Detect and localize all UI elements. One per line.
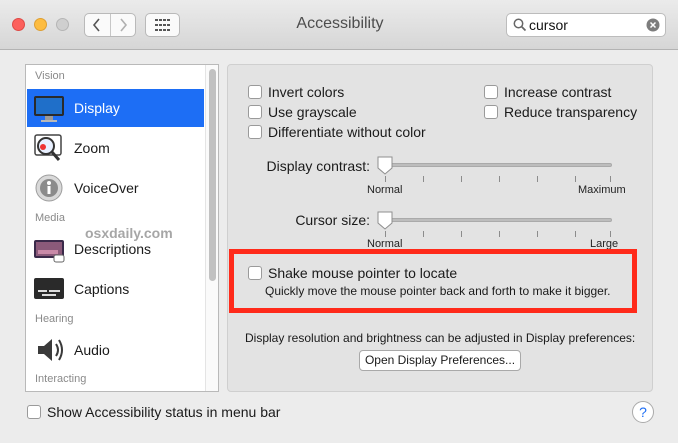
sidebar-item-display[interactable]: Display — [27, 89, 204, 127]
sidebar-item-voiceover[interactable]: VoiceOver — [27, 169, 204, 207]
display-icon — [34, 96, 64, 122]
checkbox-box[interactable] — [248, 125, 262, 139]
tick-mark — [461, 176, 462, 182]
show-all-button[interactable] — [145, 13, 180, 37]
checkbox-box[interactable] — [27, 405, 41, 419]
checkbox-label: Differentiate without color — [268, 124, 426, 140]
tick-mark — [423, 176, 424, 182]
navigation-buttons — [84, 13, 136, 37]
section-header-hearing: Hearing — [35, 313, 74, 325]
tick-mark — [537, 231, 538, 237]
zoom-window-button[interactable] — [56, 18, 69, 31]
checkbox-box[interactable] — [484, 105, 498, 119]
cursor-size-slider[interactable] — [378, 218, 612, 222]
zoom-icon — [34, 134, 62, 161]
tick-mark — [499, 176, 500, 182]
sidebar-item-label: VoiceOver — [74, 180, 139, 196]
checkbox-label: Invert colors — [268, 84, 345, 100]
search-icon — [513, 18, 527, 32]
contrast-min-label: Normal — [367, 184, 403, 196]
section-header-interacting: Interacting — [35, 373, 87, 385]
sidebar-item-label: Audio — [74, 342, 110, 358]
minimize-window-button[interactable] — [34, 18, 47, 31]
section-header-vision: Vision — [35, 70, 65, 82]
tick-mark — [461, 231, 462, 237]
invert-colors-checkbox[interactable]: Invert colors — [248, 84, 344, 100]
show-status-in-menu-bar-checkbox[interactable]: Show Accessibility status in menu bar — [27, 404, 280, 420]
close-window-button[interactable] — [12, 18, 25, 31]
sidebar-item-audio[interactable]: Audio — [27, 331, 204, 369]
back-button[interactable] — [85, 14, 110, 36]
sidebar-item-captions[interactable]: Captions — [27, 270, 204, 308]
checkbox-box[interactable] — [248, 266, 262, 280]
chevron-right-icon — [120, 18, 127, 32]
differentiate-without-color-checkbox[interactable]: Differentiate without color — [248, 124, 426, 140]
display-preferences-note: Display resolution and brightness can be… — [245, 331, 636, 345]
display-contrast-slider-knob[interactable] — [377, 156, 393, 175]
tick-mark — [385, 176, 386, 182]
tick-mark — [537, 176, 538, 182]
highlight-annotation — [229, 249, 637, 313]
search-field[interactable]: cursor — [506, 13, 666, 37]
help-button[interactable]: ? — [632, 401, 654, 423]
checkbox-label: Reduce transparency — [504, 104, 638, 120]
window-title: Accessibility — [296, 15, 384, 32]
sidebar-item-zoom[interactable]: Zoom — [27, 129, 204, 167]
sidebar-item-label: Descriptions — [74, 241, 152, 257]
tick-mark — [499, 231, 500, 237]
tick-mark — [423, 231, 424, 237]
shake-to-locate-checkbox[interactable]: Shake mouse pointer to locate — [248, 265, 457, 281]
sidebar-scrollbar-thumb[interactable] — [209, 69, 216, 281]
audio-icon — [38, 339, 63, 361]
display-contrast-slider[interactable] — [378, 163, 612, 167]
clear-search-icon[interactable] — [646, 18, 660, 32]
open-display-preferences-button[interactable]: Open Display Preferences... — [359, 350, 521, 371]
captions-icon — [34, 278, 64, 299]
reduce-transparency-checkbox[interactable]: Reduce transparency — [484, 104, 637, 120]
sidebar: Vision Display Zoom VoiceOver Media Desc… — [25, 64, 219, 392]
tick-mark — [575, 176, 576, 182]
chevron-left-icon — [93, 18, 100, 32]
search-input[interactable]: cursor — [529, 17, 568, 33]
sidebar-item-label: Zoom — [74, 140, 110, 156]
cursor-size-slider-knob[interactable] — [377, 211, 393, 230]
checkbox-box[interactable] — [248, 105, 262, 119]
grid-icon — [154, 19, 170, 31]
display-contrast-label: Display contrast: — [266, 158, 370, 174]
tick-mark — [610, 176, 611, 182]
voiceover-icon — [35, 174, 63, 202]
shake-description: Quickly move the mouse pointer back and … — [265, 284, 611, 298]
title-bar: Accessibility cursor — [0, 0, 678, 50]
use-grayscale-checkbox[interactable]: Use grayscale — [248, 104, 357, 120]
sidebar-item-label: Display — [74, 100, 120, 116]
cursor-size-label: Cursor size: — [295, 212, 370, 228]
sidebar-item-label: Captions — [74, 281, 130, 297]
contrast-max-label: Maximum — [578, 184, 626, 196]
tick-mark — [575, 231, 576, 237]
section-header-media: Media — [35, 212, 65, 224]
tick-mark — [610, 231, 611, 237]
tick-mark — [385, 231, 386, 237]
checkbox-label: Show Accessibility status in menu bar — [47, 404, 281, 420]
descriptions-icon — [34, 240, 65, 263]
checkbox-label: Increase contrast — [504, 84, 612, 100]
increase-contrast-checkbox[interactable]: Increase contrast — [484, 84, 611, 100]
checkbox-label: Shake mouse pointer to locate — [268, 265, 458, 281]
forward-button[interactable] — [109, 14, 136, 36]
watermark: osxdaily.com — [85, 225, 173, 241]
checkbox-box[interactable] — [484, 85, 498, 99]
checkbox-box[interactable] — [248, 85, 262, 99]
checkbox-label: Use grayscale — [268, 104, 357, 120]
